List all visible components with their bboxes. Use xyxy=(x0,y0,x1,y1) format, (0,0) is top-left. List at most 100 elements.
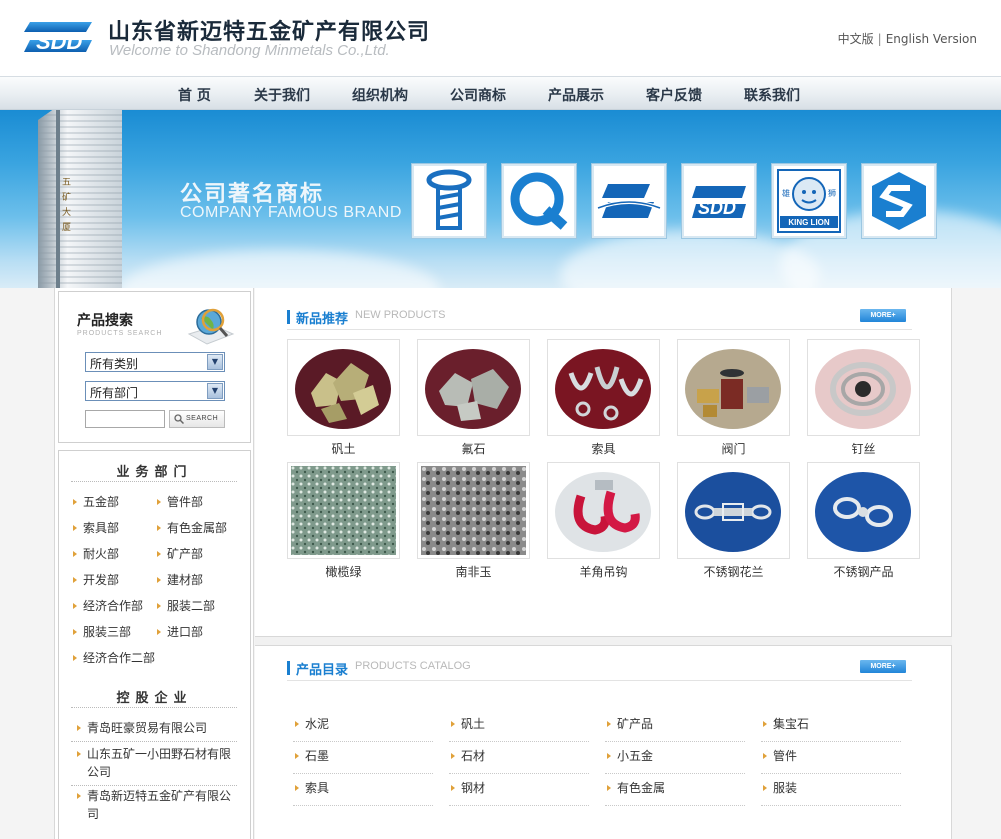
nav-organization[interactable]: 组织机构 xyxy=(352,85,408,105)
heading-bar xyxy=(287,661,290,675)
department-select-value: 所有部门 xyxy=(90,386,139,400)
dept-item[interactable]: 开发部 xyxy=(73,571,119,589)
search-icon xyxy=(174,414,184,424)
left-sidebar: 产品搜索 PRODUCTS SEARCH 所有类别 ▼ 所有部门 ▼ SEARC… xyxy=(54,288,254,839)
dept-item[interactable]: 服装三部 xyxy=(73,623,131,641)
dept-item[interactable]: 五金部 xyxy=(73,493,119,511)
brand-banner: 五 矿 大 厦 公司著名商标 COMPANY FAMOUS BRAND SDD xyxy=(0,110,1001,288)
search-button[interactable]: SEARCH xyxy=(169,410,225,428)
product-name: 钉丝 xyxy=(851,442,876,456)
dept-item[interactable]: 索具部 xyxy=(73,519,119,537)
dept-item[interactable]: 建材部 xyxy=(157,571,203,589)
product-name: 羊角吊钩 xyxy=(579,565,628,579)
catalog-item[interactable]: 管件 xyxy=(761,744,901,774)
dept-item[interactable]: 矿产部 xyxy=(157,545,203,563)
divider xyxy=(71,707,237,708)
dept-item[interactable]: 有色金属部 xyxy=(157,519,227,537)
main-content: 新品推荐 NEW PRODUCTS MORE+ 矾土 氟石 索具 阀门 钉丝 橄… xyxy=(255,288,952,839)
product-card[interactable]: 索具 xyxy=(547,339,660,457)
search-title: 产品搜索 xyxy=(77,313,133,329)
product-card[interactable]: 橄榄绿 xyxy=(287,462,400,580)
company-logo[interactable]: SDD xyxy=(22,18,98,56)
departments-panel: 业务部门 五金部 管件部 索具部 有色金属部 耐火部 矿产部 开发部 建材部 经… xyxy=(58,450,251,839)
divider xyxy=(71,481,237,482)
lang-separator: | xyxy=(877,32,882,46)
product-name: 不锈钢产品 xyxy=(833,565,894,579)
divider xyxy=(71,785,237,786)
new-products-title-en: NEW PRODUCTS xyxy=(355,309,446,321)
holding-company-item[interactable]: 山东五矿一小田野石材有限公司 xyxy=(73,745,233,781)
search-title-en: PRODUCTS SEARCH xyxy=(77,330,163,337)
category-select[interactable]: 所有类别 ▼ xyxy=(85,352,225,372)
catalog-item[interactable]: 索具 xyxy=(293,776,433,806)
search-button-label: SEARCH xyxy=(186,415,219,422)
nav-products[interactable]: 产品展示 xyxy=(548,85,604,105)
s-cube-logo-icon xyxy=(872,172,926,230)
product-search-panel: 产品搜索 PRODUCTS SEARCH 所有类别 ▼ 所有部门 ▼ SEARC… xyxy=(58,291,251,443)
catalog-item[interactable]: 集宝石 xyxy=(761,712,901,742)
lang-chinese-link[interactable]: 中文版 xyxy=(838,32,874,46)
site-header: SDD 山东省新迈特五金矿产有限公司 Welcome to Shandong M… xyxy=(0,0,1001,76)
catalog-item[interactable]: 服装 xyxy=(761,776,901,806)
dept-item[interactable]: 进口部 xyxy=(157,623,203,641)
catalog-item[interactable]: 有色金属 xyxy=(605,776,745,806)
brand-tile-q[interactable] xyxy=(502,164,576,238)
tower-building-image: 五 矿 大 厦 xyxy=(38,110,122,288)
new-products-more-button[interactable]: MORE+ xyxy=(860,309,906,322)
new-products-title: 新品推荐 xyxy=(296,312,349,327)
tower-signage: 五 xyxy=(62,178,71,188)
svg-text:SDD: SDD xyxy=(36,29,83,54)
brand-tile-screw[interactable] xyxy=(412,164,486,238)
king-lion-cn-left: 雄 xyxy=(782,188,790,198)
brand-tile-sdd-ribbon[interactable] xyxy=(592,164,666,238)
catalog-more-button[interactable]: MORE+ xyxy=(860,660,906,673)
holding-company-item[interactable]: 青岛新迈特五金矿产有限公司 xyxy=(73,787,233,823)
bauxite-image xyxy=(295,349,391,429)
brand-tile-sdd[interactable]: SDD xyxy=(682,164,756,238)
catalog-item[interactable]: 矿产品 xyxy=(605,712,745,742)
valve-image xyxy=(685,349,781,429)
search-input[interactable] xyxy=(85,410,165,428)
lang-english-link[interactable]: English Version xyxy=(886,32,977,46)
brand-tile-king-lion[interactable]: 雄 狮 KING LION xyxy=(772,164,846,238)
catalog-item[interactable]: 石墨 xyxy=(293,744,433,774)
nav-feedback[interactable]: 客户反馈 xyxy=(646,85,702,105)
product-card[interactable]: 氟石 xyxy=(417,339,530,457)
dept-item[interactable]: 耐火部 xyxy=(73,545,119,563)
product-name: 不锈钢花兰 xyxy=(703,565,764,579)
q-logo-icon xyxy=(510,172,568,230)
product-name: 矾土 xyxy=(331,442,356,456)
divider xyxy=(71,741,237,742)
nail-wire-image xyxy=(815,349,911,429)
product-card[interactable]: 不锈钢花兰 xyxy=(677,462,790,580)
tower-signage: 矿 xyxy=(62,191,71,203)
product-card[interactable]: 矾土 xyxy=(287,339,400,457)
product-card[interactable]: 阀门 xyxy=(677,339,790,457)
nav-contact[interactable]: 联系我们 xyxy=(744,85,800,105)
product-card[interactable]: 不锈钢产品 xyxy=(807,462,920,580)
product-card[interactable]: 钉丝 xyxy=(807,339,920,457)
catalog-item[interactable]: 水泥 xyxy=(293,712,433,742)
dept-item[interactable]: 服装二部 xyxy=(157,597,215,615)
catalog-item[interactable]: 小五金 xyxy=(605,744,745,774)
product-card[interactable]: 羊角吊钩 xyxy=(547,462,660,580)
brand-tile-s-cube[interactable] xyxy=(862,164,936,238)
catalog-item[interactable]: 钢材 xyxy=(449,776,589,806)
nav-trademarks[interactable]: 公司商标 xyxy=(450,85,506,105)
main-nav: 首 页 关于我们 组织机构 公司商标 产品展示 客户反馈 联系我们 xyxy=(0,76,1001,110)
king-lion-label: KING LION xyxy=(788,218,830,227)
king-lion-logo-icon: 雄 狮 KING LION xyxy=(777,169,841,233)
catalog-item[interactable]: 石材 xyxy=(449,744,589,774)
stainless-swivel-image xyxy=(815,472,911,552)
nav-about[interactable]: 关于我们 xyxy=(254,85,310,105)
dept-item[interactable]: 经济合作二部 xyxy=(73,649,157,667)
dept-item[interactable]: 管件部 xyxy=(157,493,203,511)
holding-company-item[interactable]: 青岛旺豪贸易有限公司 xyxy=(73,719,233,737)
section-divider xyxy=(255,636,952,646)
department-select[interactable]: 所有部门 ▼ xyxy=(85,381,225,401)
nav-home[interactable]: 首 页 xyxy=(178,85,211,105)
dept-item[interactable]: 经济合作部 xyxy=(73,597,143,615)
content-area: 产品搜索 PRODUCTS SEARCH 所有类别 ▼ 所有部门 ▼ SEARC… xyxy=(0,288,1001,839)
product-card[interactable]: 南非玉 xyxy=(417,462,530,580)
catalog-item[interactable]: 矾土 xyxy=(449,712,589,742)
